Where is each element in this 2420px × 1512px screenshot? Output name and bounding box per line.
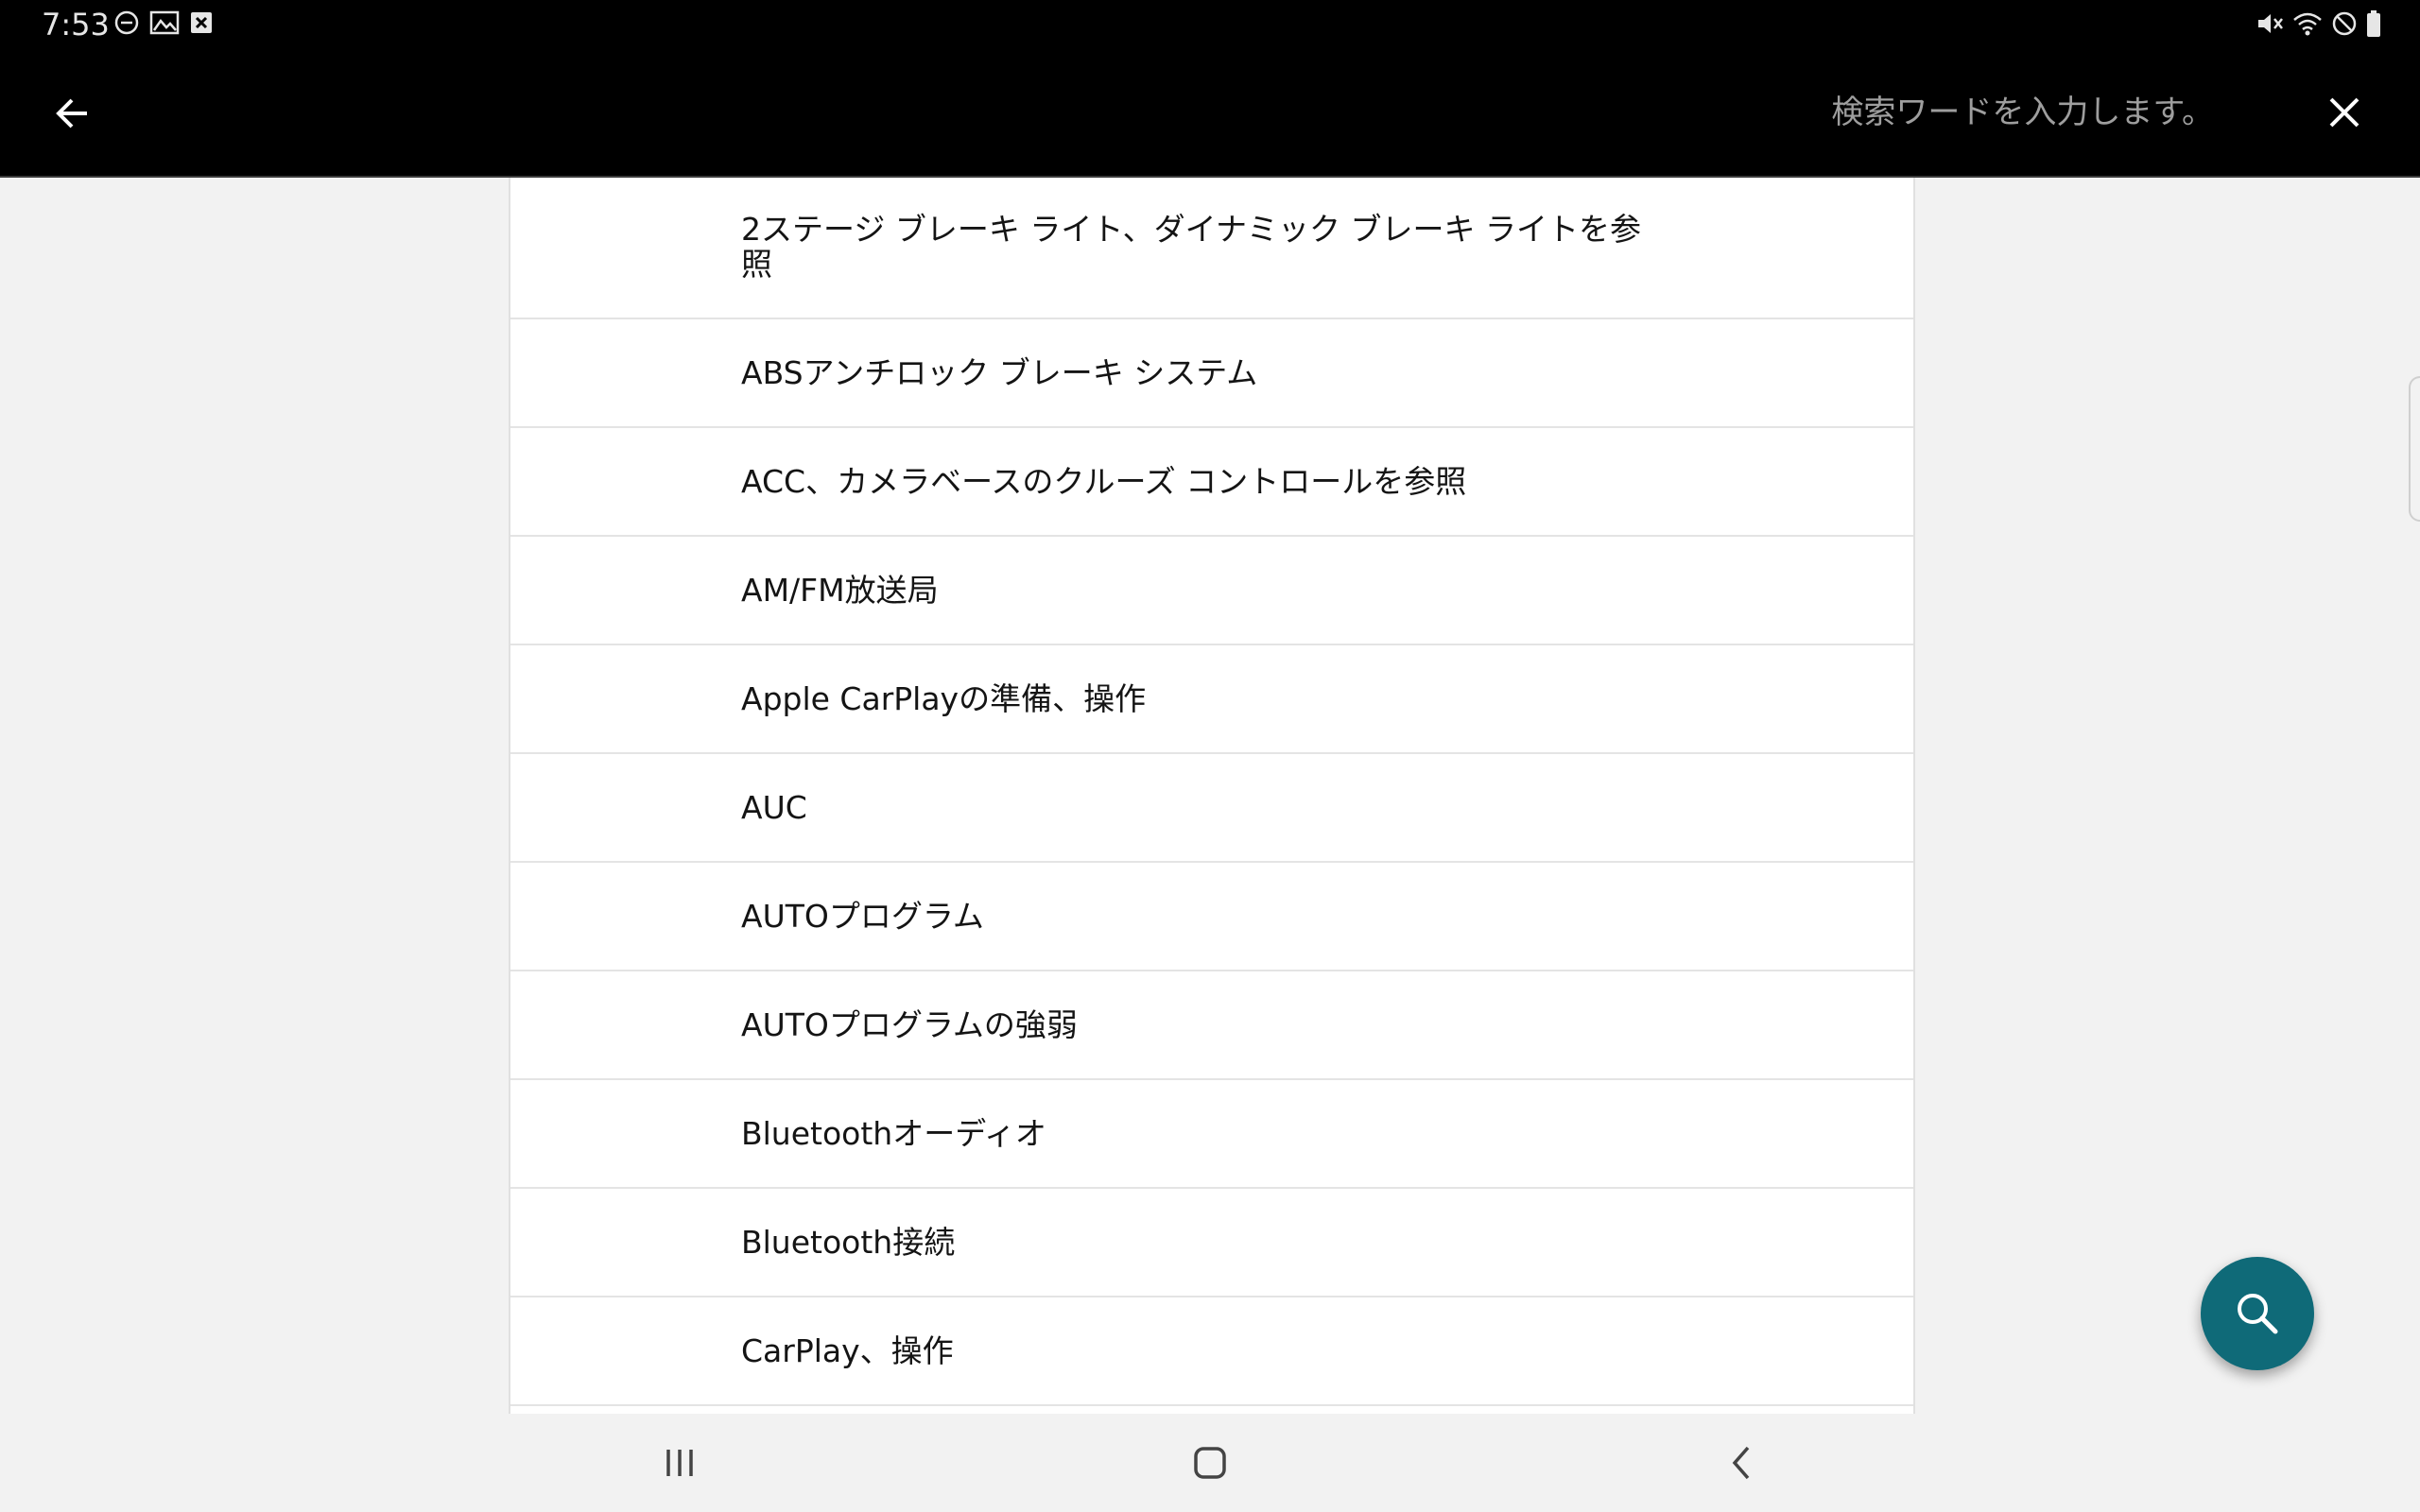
list-item-label: Bluetooth接続 [741, 1224, 956, 1261]
list-item-label: CarPlay、操作 [741, 1332, 954, 1369]
home-icon [1194, 1447, 1226, 1479]
back-button[interactable] [38, 83, 106, 144]
list-item-label: Bluetoothオーディオ [741, 1115, 1046, 1152]
search-fab-button[interactable] [2201, 1257, 2314, 1370]
list-item[interactable]: ACC、カメラベースのクルーズ コントロールを参照 [510, 428, 1913, 537]
dnd-icon [113, 9, 140, 40]
gallery-icon [149, 9, 180, 40]
status-bar: 7:53 [0, 0, 2420, 47]
list-item-label: 2ステージ ブレーキ ライト、ダイナミック ブレーキ ライトを参照 [741, 211, 1641, 283]
list-item-label: AUC [741, 789, 807, 826]
edge-panel-handle[interactable] [2409, 376, 2420, 522]
list-item-label: ABSアンチロック ブレーキ システム [741, 354, 1258, 391]
list-item[interactable]: ABSアンチロック ブレーキ システム [510, 319, 1913, 428]
arrow-left-icon [56, 98, 87, 129]
close-button[interactable] [2310, 81, 2378, 144]
search-input[interactable] [1550, 81, 2216, 144]
search-icon [2238, 1294, 2278, 1334]
status-right-icons [2256, 9, 2382, 42]
index-list: 2ステージ ブレーキ ライト、ダイナミック ブレーキ ライトを参照 ABSアンチ… [509, 178, 1915, 1414]
list-item[interactable]: AUTOプログラムの強弱 [510, 971, 1913, 1080]
list-item[interactable]: 2ステージ ブレーキ ライト、ダイナミック ブレーキ ライトを参照 [510, 178, 1913, 319]
system-nav-bar [0, 1414, 2420, 1512]
status-left-icons [113, 9, 214, 40]
home-button[interactable] [1167, 1433, 1253, 1493]
back-chevron-icon [1732, 1446, 1750, 1480]
close-icon [2329, 97, 2360, 128]
list-item-label: Apple CarPlayの準備、操作 [741, 680, 1147, 717]
wifi-icon [2291, 10, 2324, 41]
list-item-label: ACC、カメラベースのクルーズ コントロールを参照 [741, 463, 1467, 500]
list-item-label: AM/FM放送局 [741, 572, 939, 609]
recent-apps-icon [666, 1450, 693, 1476]
list-item[interactable]: AUTOプログラム [510, 863, 1913, 971]
mute-icon [2256, 10, 2284, 41]
list-item[interactable]: Apple CarPlayの準備、操作 [510, 645, 1913, 754]
list-item[interactable]: CarPlay、操作 [510, 1297, 1913, 1406]
status-time: 7:53 [42, 7, 110, 43]
battery-icon [2365, 9, 2382, 42]
blocked-icon [2331, 10, 2358, 41]
list-item[interactable]: AUC [510, 754, 1913, 863]
list-item-label: AUTOプログラムの強弱 [741, 1006, 1078, 1043]
list-item[interactable]: AM/FM放送局 [510, 537, 1913, 645]
nav-back-button[interactable] [1699, 1433, 1784, 1493]
close-box-icon [189, 9, 214, 40]
list-item[interactable]: Bluetooth接続 [510, 1189, 1913, 1297]
recent-apps-button[interactable] [637, 1433, 722, 1493]
list-item-label: AUTOプログラム [741, 898, 984, 935]
list-item[interactable]: Bluetoothオーディオ [510, 1080, 1913, 1189]
app-bar [0, 47, 2420, 178]
